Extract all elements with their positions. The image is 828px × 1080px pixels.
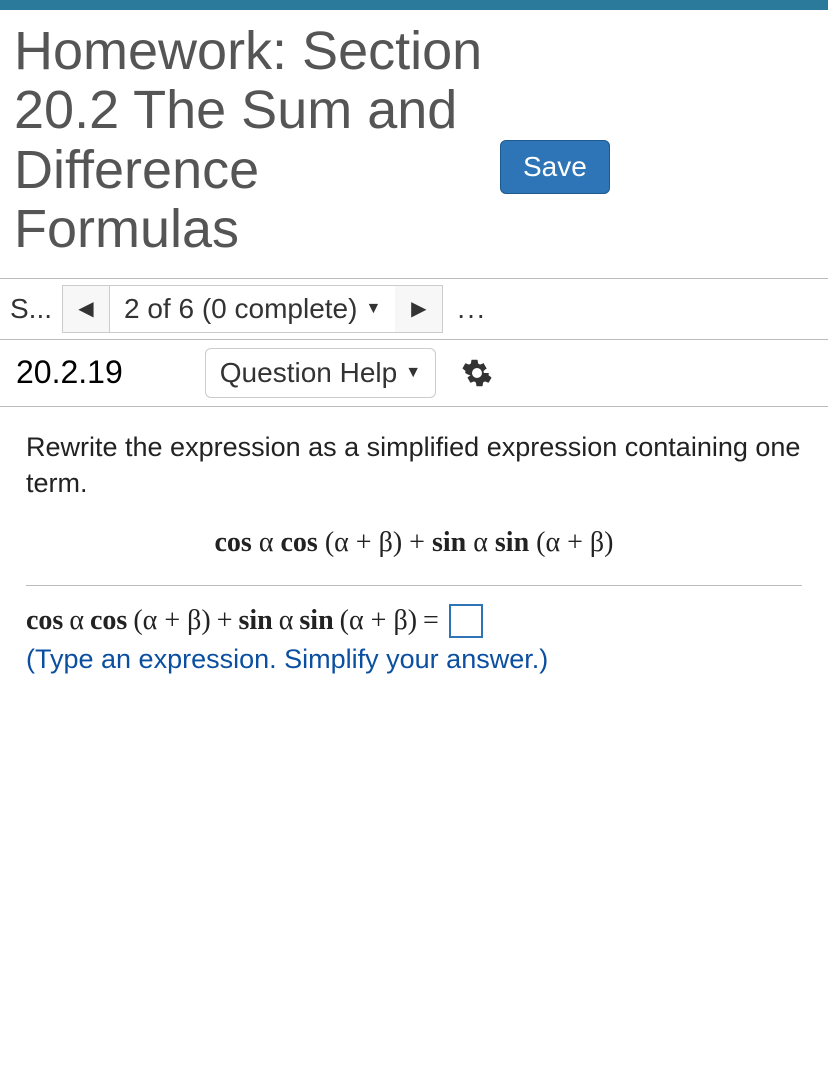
question-number: 20.2.19 [10, 350, 129, 395]
chevron-left-icon: ◀ [78, 296, 93, 321]
chevron-right-icon: ▶ [411, 296, 426, 321]
score-label[interactable]: S... [10, 287, 62, 331]
question-nav: S... ◀ 2 of 6 (0 complete) ▼ ▶ ... [0, 278, 828, 340]
question-content: Rewrite the expression as a simplified e… [0, 407, 828, 698]
answer-input[interactable] [449, 604, 483, 638]
gear-icon[interactable] [462, 358, 492, 388]
prev-question-button[interactable]: ◀ [62, 285, 110, 333]
header: Homework: Section 20.2 The Sum and Diffe… [0, 10, 828, 278]
question-help-label: Question Help [220, 357, 397, 389]
page-title: Homework: Section 20.2 The Sum and Diffe… [14, 22, 484, 260]
answer-line: cos α cos (α + β) + sin α sin (α + β) = [26, 604, 802, 638]
question-help-button[interactable]: Question Help ▼ [205, 348, 436, 398]
progress-dropdown[interactable]: 2 of 6 (0 complete) ▼ [110, 285, 395, 333]
instructions-text: Rewrite the expression as a simplified e… [26, 429, 802, 502]
progress-text: 2 of 6 (0 complete) [124, 293, 357, 325]
top-accent-bar [0, 0, 828, 10]
answer-hint: (Type an expression. Simplify your answe… [26, 644, 802, 675]
chevron-down-icon: ▼ [365, 300, 381, 318]
next-question-button[interactable]: ▶ [395, 285, 443, 333]
question-toolbar: 20.2.19 Question Help ▼ [0, 340, 828, 407]
chevron-down-icon: ▼ [405, 364, 421, 382]
more-options[interactable]: ... [443, 293, 500, 325]
divider [26, 585, 802, 586]
save-button[interactable]: Save [500, 140, 610, 194]
given-expression: cos α cos (α + β) + sin α sin (α + β) [26, 521, 802, 577]
